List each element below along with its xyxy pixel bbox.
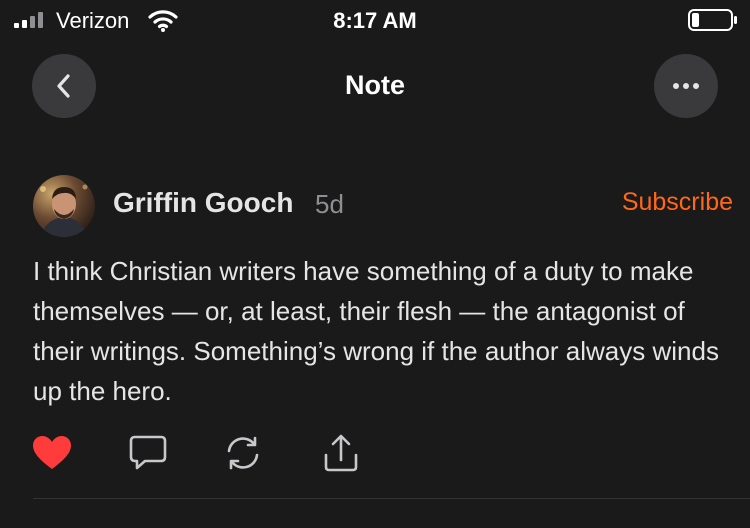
battery-icon	[688, 9, 737, 31]
note-body: I think Christian writers have something…	[33, 256, 719, 406]
ellipsis-icon	[673, 83, 699, 89]
like-button[interactable]	[31, 432, 73, 474]
clock: 8:17 AM	[333, 8, 417, 33]
page-title: Note	[345, 70, 405, 100]
share-icon	[324, 434, 358, 472]
comment-icon	[129, 435, 167, 470]
post-age: 5d	[315, 189, 344, 219]
author-name[interactable]: Griffin Gooch	[113, 187, 293, 219]
more-options-button[interactable]	[654, 54, 718, 118]
divider	[33, 498, 750, 499]
author-avatar-image	[33, 175, 95, 237]
subscribe-button[interactable]: Subscribe	[622, 188, 733, 217]
avatar[interactable]	[33, 175, 95, 237]
restack-icon	[227, 436, 259, 470]
restack-button[interactable]	[222, 432, 264, 474]
share-button[interactable]	[320, 432, 362, 474]
heart-icon	[33, 436, 71, 469]
status-bar: Verizon 8:17 AM	[0, 0, 750, 40]
comment-button[interactable]	[127, 432, 169, 474]
